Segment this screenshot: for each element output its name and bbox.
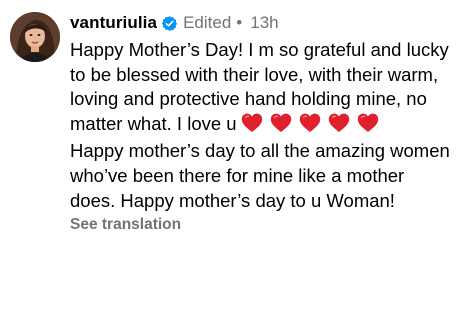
username-link[interactable]: vanturiulia — [70, 12, 157, 34]
comment-header: vanturiulia Edited • 13h — [70, 12, 460, 34]
red-heart-icon — [299, 113, 321, 133]
edited-label: Edited — [183, 13, 232, 32]
red-heart-icon — [328, 113, 350, 133]
avatar-image — [10, 12, 60, 62]
comment-paragraph-2: Happy mother’s day to all the amazing wo… — [70, 140, 450, 211]
comment-paragraph-1: Happy Mother’s Day! I m so grateful and … — [70, 38, 454, 139]
verified-badge-icon — [161, 15, 178, 32]
avatar[interactable] — [10, 12, 60, 62]
comment-content: vanturiulia Edited • 13h Happy Mother’s … — [70, 12, 460, 234]
heart-emoji-group — [241, 113, 386, 140]
comment: vanturiulia Edited • 13h Happy Mother’s … — [10, 12, 460, 234]
red-heart-icon — [241, 113, 263, 133]
meta-separator: • — [236, 13, 243, 32]
red-heart-icon — [357, 113, 379, 133]
see-translation-button[interactable]: See translation — [70, 216, 181, 234]
comment-text: Happy Mother’s Day! I m so grateful and … — [70, 38, 454, 213]
comment-timestamp[interactable]: 13h — [250, 12, 278, 34]
red-heart-icon — [270, 113, 292, 133]
